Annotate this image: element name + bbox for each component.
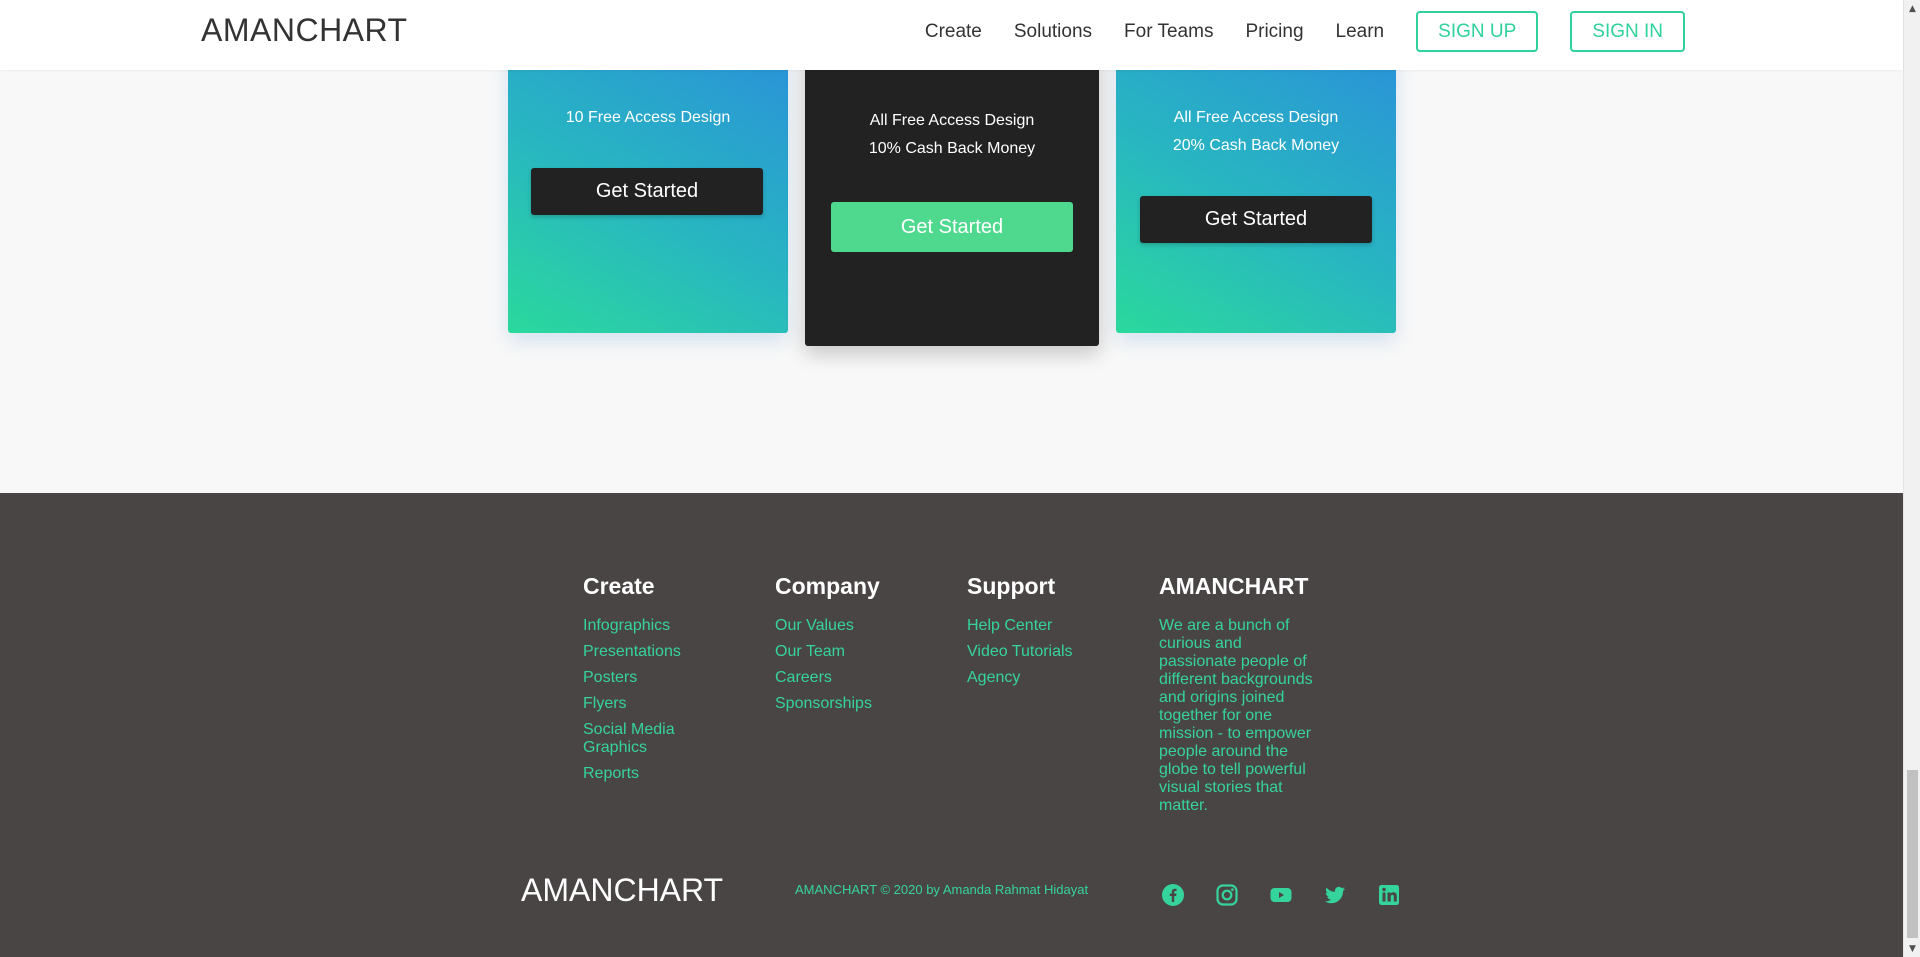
facebook-icon[interactable]	[1160, 882, 1186, 908]
sign-up-button[interactable]: SIGN UP	[1416, 11, 1539, 52]
footer-link-presentations[interactable]: Presentations	[583, 643, 713, 661]
nav-create[interactable]: Create	[925, 21, 982, 43]
pricing-card-premium: All Free Access Design 20% Cash Back Mon…	[1116, 50, 1396, 333]
footer-column-about: AMANCHART We are a bunch of curious and …	[1159, 573, 1319, 815]
get-started-button[interactable]: Get Started	[531, 168, 763, 215]
nav-solutions[interactable]: Solutions	[1014, 21, 1092, 43]
scrollbar-thumb[interactable]	[1907, 770, 1918, 938]
nav-pricing[interactable]: Pricing	[1245, 21, 1303, 43]
footer-link-sponsorships[interactable]: Sponsorships	[775, 695, 925, 713]
footer-column-create: Create Infographics Presentations Poster…	[583, 573, 713, 791]
footer-link-our-team[interactable]: Our Team	[775, 643, 925, 661]
footer-link-flyers[interactable]: Flyers	[583, 695, 713, 713]
footer-link-infographics[interactable]: Infographics	[583, 617, 713, 635]
linkedin-icon[interactable]	[1376, 882, 1402, 908]
footer-link-video-tutorials[interactable]: Video Tutorials	[967, 643, 1117, 661]
scroll-up-arrow-icon[interactable]: ▲	[1904, 0, 1920, 17]
footer-link-posters[interactable]: Posters	[583, 669, 713, 687]
top-navbar: AMANCHART Create Solutions For Teams Pri…	[0, 0, 1903, 70]
card-feature: 20% Cash Back Money	[1172, 137, 1340, 154]
footer-link-careers[interactable]: Careers	[775, 669, 925, 687]
youtube-icon[interactable]	[1268, 882, 1294, 908]
card-features: 10 Free Access Design	[508, 104, 788, 132]
sign-in-button[interactable]: SIGN IN	[1570, 11, 1685, 52]
footer-column-title: Create	[583, 573, 655, 599]
footer-column-support: Support Help Center Video Tutorials Agen…	[967, 573, 1117, 695]
card-features: All Free Access Design 10% Cash Back Mon…	[805, 107, 1099, 163]
card-feature: All Free Access Design	[1173, 109, 1339, 126]
scroll-down-arrow-icon[interactable]: ▼	[1904, 940, 1920, 957]
card-feature: All Free Access Design	[869, 112, 1035, 129]
nav-learn[interactable]: Learn	[1336, 21, 1385, 43]
instagram-icon[interactable]	[1214, 882, 1240, 908]
nav-for-teams[interactable]: For Teams	[1124, 21, 1213, 43]
footer-link-reports[interactable]: Reports	[583, 765, 713, 783]
footer-link-our-values[interactable]: Our Values	[775, 617, 925, 635]
pricing-card-featured: All Free Access Design 10% Cash Back Mon…	[805, 50, 1099, 346]
about-description: We are a bunch of curious and passionate…	[1159, 617, 1313, 814]
social-links	[1160, 882, 1430, 908]
card-feature: 10 Free Access Design	[565, 109, 731, 126]
copyright-text: AMANCHART © 2020 by Amanda Rahmat Hidaya…	[795, 882, 1089, 897]
card-features: All Free Access Design 20% Cash Back Mon…	[1116, 104, 1396, 160]
footer-link-agency[interactable]: Agency	[967, 669, 1117, 687]
card-feature: 10% Cash Back Money	[868, 140, 1036, 157]
footer-column-company: Company Our Values Our Team Careers Spon…	[775, 573, 925, 721]
logo[interactable]: AMANCHART	[201, 12, 408, 49]
footer-link-social-media-graphics[interactable]: Social Media Graphics	[583, 721, 713, 757]
get-started-button[interactable]: Get Started	[1140, 196, 1372, 243]
main-nav: Create Solutions For Teams Pricing Learn…	[925, 11, 1685, 52]
footer-column-title: Support	[967, 573, 1056, 599]
footer-link-help-center[interactable]: Help Center	[967, 617, 1117, 635]
twitter-icon[interactable]	[1322, 882, 1348, 908]
footer-column-title: AMANCHART	[1159, 573, 1309, 599]
pricing-card-basic: 10 Free Access Design Get Started	[508, 50, 788, 333]
get-started-button[interactable]: Get Started	[831, 202, 1073, 252]
footer-column-title: Company	[775, 573, 880, 599]
footer: Create Infographics Presentations Poster…	[0, 493, 1903, 957]
footer-logo[interactable]: AMANCHART	[521, 872, 723, 909]
vertical-scrollbar[interactable]: ▲ ▼	[1903, 0, 1920, 957]
